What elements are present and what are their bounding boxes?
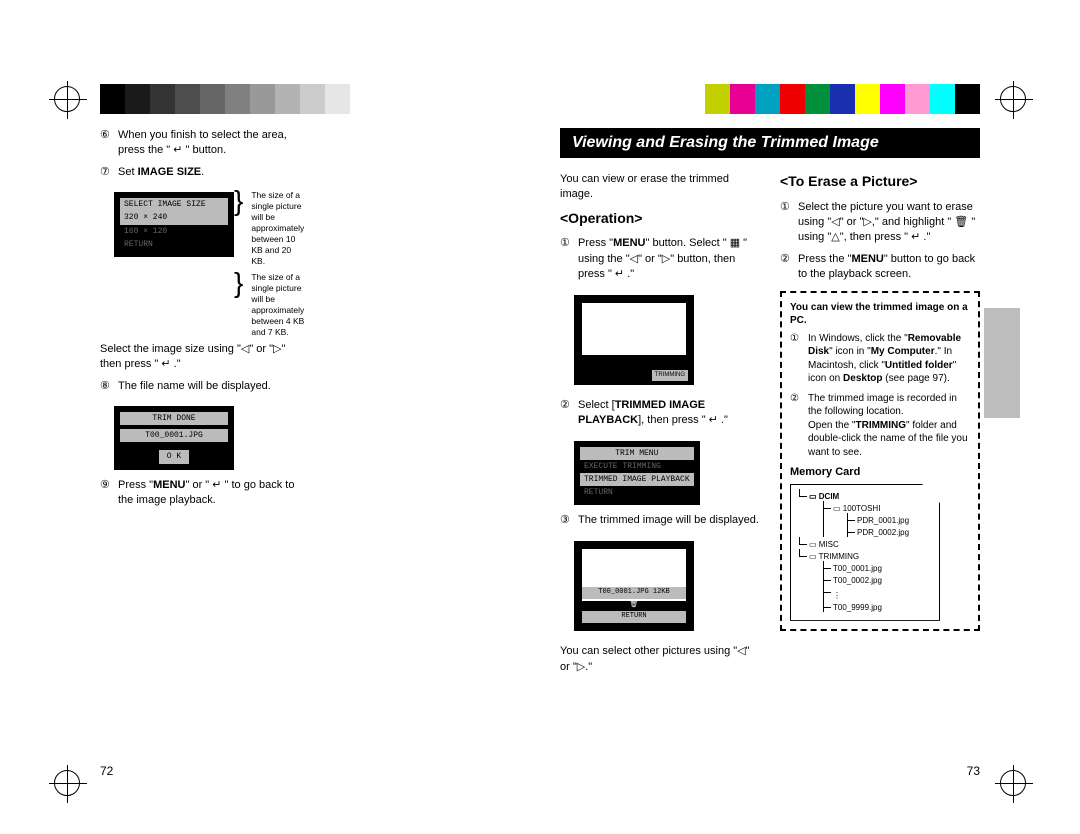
step-text: In Windows, click the "Removable Disk" i… [808,332,970,386]
tree-file: T00_9999.jpg [823,602,931,614]
step-8: ⑧ The file name will be displayed. [100,379,304,394]
step-text: The trimmed image will be displayed. [578,513,759,528]
lcd-trim-done: TRIM DONE T00_0001.JPG O K [114,406,234,470]
color-calibration-bar [100,84,980,114]
sidenote-1: The size of a single picture will be app… [251,190,304,267]
pc-step-2: ② The trimmed image is recorded in the f… [790,392,970,460]
step-text: Press the "MENU" button to go back to th… [798,252,980,283]
tree-folder: ▭ 100TOSHI PDR_0001.jpg PDR_0002.jpg [823,503,931,539]
page-number-right: 73 [560,750,980,778]
registration-mark-icon [54,770,80,796]
select-other-text: You can select other pictures using "◁" … [560,644,760,675]
registration-mark-icon [1000,86,1026,112]
tree-misc: ▭ MISC [799,539,931,551]
pc-step-1: ① In Windows, click the "Removable Disk"… [790,332,970,386]
tree-file: PDR_0001.jpg [847,515,931,527]
trimming-badge: TRIMMING [652,370,688,380]
brace-icon: } [234,272,243,294]
pc-box-title: You can view the trimmed image on a PC. [790,301,970,328]
select-size-text: Select the image size using "◁" or "▷" t… [100,342,304,373]
tree-trimming: ▭ TRIMMING T00_0001.jpg T00_0002.jpg ⋮ T… [799,551,931,614]
step-text: When you finish to select the area, pres… [118,128,304,159]
lcd-cartoon-2: T00_0001.JPG 12KB 🗑 RETURN [574,541,694,631]
op-step-2: ② Select [TRIMMED IMAGE PLAYBACK], then … [560,398,760,429]
tree-dcim: ▭ DCIM ▭ 100TOSHI PDR_0001.jpg PDR_0002.… [799,491,931,539]
tree-file: T00_0001.jpg [823,563,931,575]
memory-card-title: Memory Card [790,465,970,480]
memory-card-shape: ▭ DCIM ▭ 100TOSHI PDR_0001.jpg PDR_0002.… [790,484,940,621]
pc-info-box: You can view the trimmed image on a PC. … [780,291,980,631]
step-text: Press "MENU" button. Select " ▦ " using … [578,236,760,282]
section-title: Viewing and Erasing the Trimmed Image [560,128,980,158]
memory-card-block: Memory Card ▭ DCIM ▭ 100TOSHI PDR_0001.j… [790,465,970,621]
sidenote-2: The size of a single picture will be app… [251,272,304,338]
page-number-left: 72 [100,750,520,778]
tree-file: T00_0002.jpg [823,575,931,587]
step-9: ⑨ Press "MENU" or " ↵ " to go back to th… [100,478,304,509]
erase-heading: <To Erase a Picture> [780,172,980,192]
step-text: Select [TRIMMED IMAGE PLAYBACK], then pr… [578,398,760,429]
step-text: The trimmed image is recorded in the fol… [808,392,970,460]
step-text: Press "MENU" or " ↵ " to go back to the … [118,478,304,509]
op-step-1: ① Press "MENU" button. Select " ▦ " usin… [560,236,760,282]
page-right: Viewing and Erasing the Trimmed Image Yo… [560,128,980,778]
page-left: ⑥ When you finish to select the area, pr… [100,128,520,778]
brace-icon: } [234,190,243,212]
step-text: The file name will be displayed. [118,379,271,394]
section-tab [984,308,1020,418]
erase-step-2: ② Press the "MENU" button to go back to … [780,252,980,283]
lcd-trim-menu: TRIM MENU EXECUTE TRIMMING TRIMMED IMAGE… [574,441,700,506]
step-text: Set IMAGE SIZE. [118,165,204,180]
intro-text: You can view or erase the trimmed image. [560,172,760,203]
lcd-select-image-size: SELECT IMAGE SIZE 320 × 240 160 × 120 RE… [114,192,234,257]
lcd-cartoon-1: TRIMMING [574,295,694,385]
step-6: ⑥ When you finish to select the area, pr… [100,128,304,159]
registration-mark-icon [1000,770,1026,796]
registration-mark-icon [54,86,80,112]
op-step-3: ③ The trimmed image will be displayed. [560,513,760,528]
erase-step-1: ① Select the picture you want to erase u… [780,200,980,246]
step-7: ⑦ Set IMAGE SIZE. [100,165,304,180]
step-text: Select the picture you want to erase usi… [798,200,980,246]
operation-heading: <Operation> [560,209,760,229]
tree-file: PDR_0002.jpg [847,527,931,539]
